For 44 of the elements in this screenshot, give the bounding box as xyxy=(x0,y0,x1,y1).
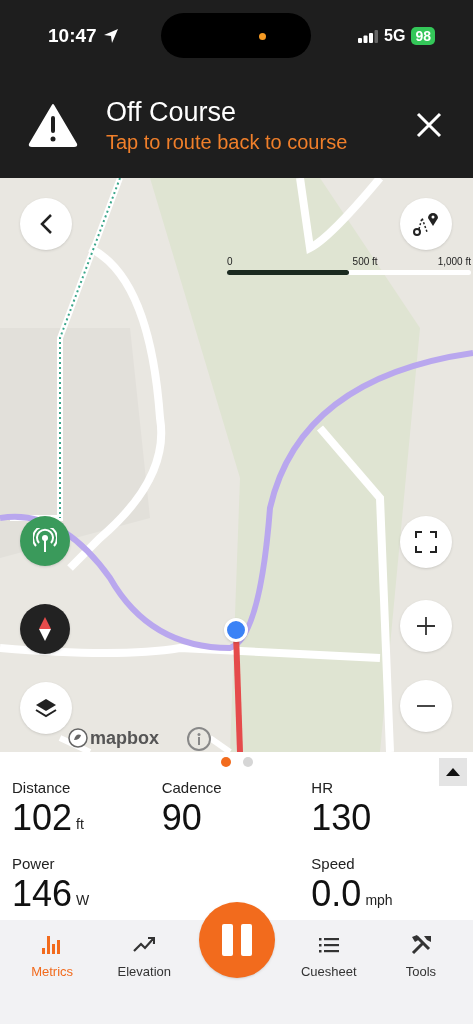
status-time: 10:47 xyxy=(48,23,97,48)
metric-value: 90 xyxy=(161,797,202,839)
caret-up-icon xyxy=(446,768,460,776)
metric-unit: ft xyxy=(76,815,84,834)
attribution-label: mapbox xyxy=(90,728,159,748)
metric-unit: W xyxy=(76,891,90,910)
mapbox-logo-icon xyxy=(68,728,88,748)
expand-button[interactable] xyxy=(439,758,467,786)
tab-button[interactable]: Tools xyxy=(374,928,467,982)
reroute-link[interactable]: Tap to route back to course xyxy=(106,129,348,155)
metric-value: 146 xyxy=(12,873,73,915)
info-icon xyxy=(197,733,201,745)
scale-label: 0 xyxy=(227,256,233,268)
network-label: 5G xyxy=(384,26,406,46)
plus-icon xyxy=(417,617,435,635)
privacy-indicator xyxy=(259,33,266,40)
tools-icon xyxy=(409,934,432,956)
metric-label: HR xyxy=(311,779,334,797)
banner-title: Off Course xyxy=(106,96,238,129)
scale-label: 500 ft xyxy=(352,256,378,268)
metric-value: 130 xyxy=(311,797,372,839)
signal-icon xyxy=(358,29,379,43)
location-arrow-icon xyxy=(102,28,119,44)
close-icon xyxy=(416,112,442,138)
metric-label: Cadence xyxy=(161,779,223,797)
tab-button[interactable]: Elevation xyxy=(98,928,191,982)
compass-icon xyxy=(37,617,53,641)
metric-value: 102 xyxy=(12,797,73,839)
metric-value: 0.0 xyxy=(311,873,362,915)
broadcast-icon xyxy=(33,528,57,554)
scale-label: 1,000 ft xyxy=(437,256,471,268)
tab-button[interactable]: Cuesheet xyxy=(282,928,375,982)
pause-icon xyxy=(221,924,252,956)
fullscreen-icon xyxy=(415,531,437,553)
battery-indicator: 98 xyxy=(411,27,435,45)
chevron-left-icon xyxy=(39,213,53,235)
layers-icon xyxy=(34,697,58,719)
metric-label: Distance xyxy=(12,779,72,797)
minus-icon xyxy=(417,705,435,707)
route-pin-icon xyxy=(413,212,439,236)
metric-label: Speed xyxy=(311,855,356,873)
warning-icon xyxy=(28,103,78,147)
metric-label: Power xyxy=(12,855,56,873)
metric-unit: mph xyxy=(365,891,393,910)
